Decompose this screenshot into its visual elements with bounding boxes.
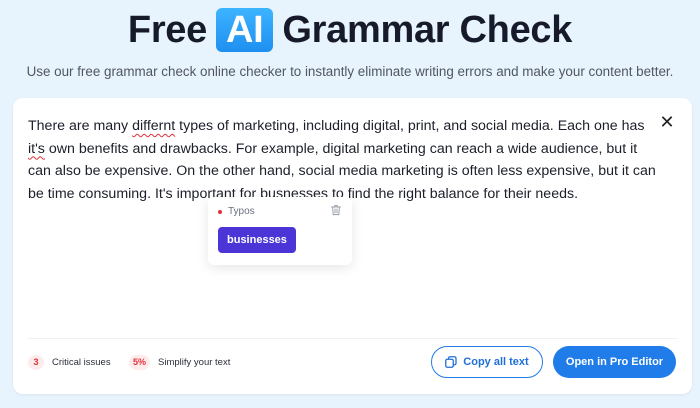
page-subtitle: Use our free grammar check online checke… <box>26 64 674 79</box>
editor-card: ✕ There are many differnt types of marke… <box>13 98 692 394</box>
text-segment: to find the right balance for their need… <box>328 185 579 202</box>
critical-issues-count: 3 <box>28 354 44 370</box>
ai-badge: AI <box>215 8 274 52</box>
simplify-stat[interactable]: 5% Simplify your text <box>129 354 230 370</box>
critical-issues-stat[interactable]: 3 Critical issues <box>28 354 111 370</box>
open-pro-editor-label: Open in Pro Editor <box>565 356 664 368</box>
suggestion-chip[interactable]: businesses <box>218 227 296 253</box>
editor-text-area[interactable]: There are many differnt types of marketi… <box>28 115 658 205</box>
page-title: Free AI Grammar Check <box>0 8 700 52</box>
simplify-label: Simplify your text <box>158 356 231 368</box>
error-word[interactable]: it's <box>28 141 45 157</box>
popup-category-label: Typos <box>228 206 255 217</box>
close-icon: ✕ <box>659 112 675 132</box>
open-pro-editor-button[interactable]: Open in Pro Editor <box>553 346 676 378</box>
trash-icon[interactable] <box>330 204 342 216</box>
suggestion-popup: Typos businesses <box>208 197 352 265</box>
title-text-free: Free <box>127 8 207 51</box>
simplify-percentage: 5% <box>129 354 151 370</box>
close-button[interactable]: ✕ <box>658 113 676 131</box>
popup-category: Typos <box>218 206 255 217</box>
error-word[interactable]: differnt <box>132 118 175 134</box>
title-text-grammar-check: Grammar Check <box>282 8 573 51</box>
copy-all-text-button[interactable]: Copy all text <box>431 346 543 378</box>
copy-all-text-label: Copy all text <box>463 356 529 368</box>
critical-issues-label: Critical issues <box>52 356 111 368</box>
error-dot <box>218 209 222 214</box>
footer-divider <box>27 338 678 339</box>
copy-icon <box>445 356 457 368</box>
text-segment: There are many <box>28 118 133 134</box>
text-segment: types of marketing, including digital, p… <box>175 118 645 134</box>
